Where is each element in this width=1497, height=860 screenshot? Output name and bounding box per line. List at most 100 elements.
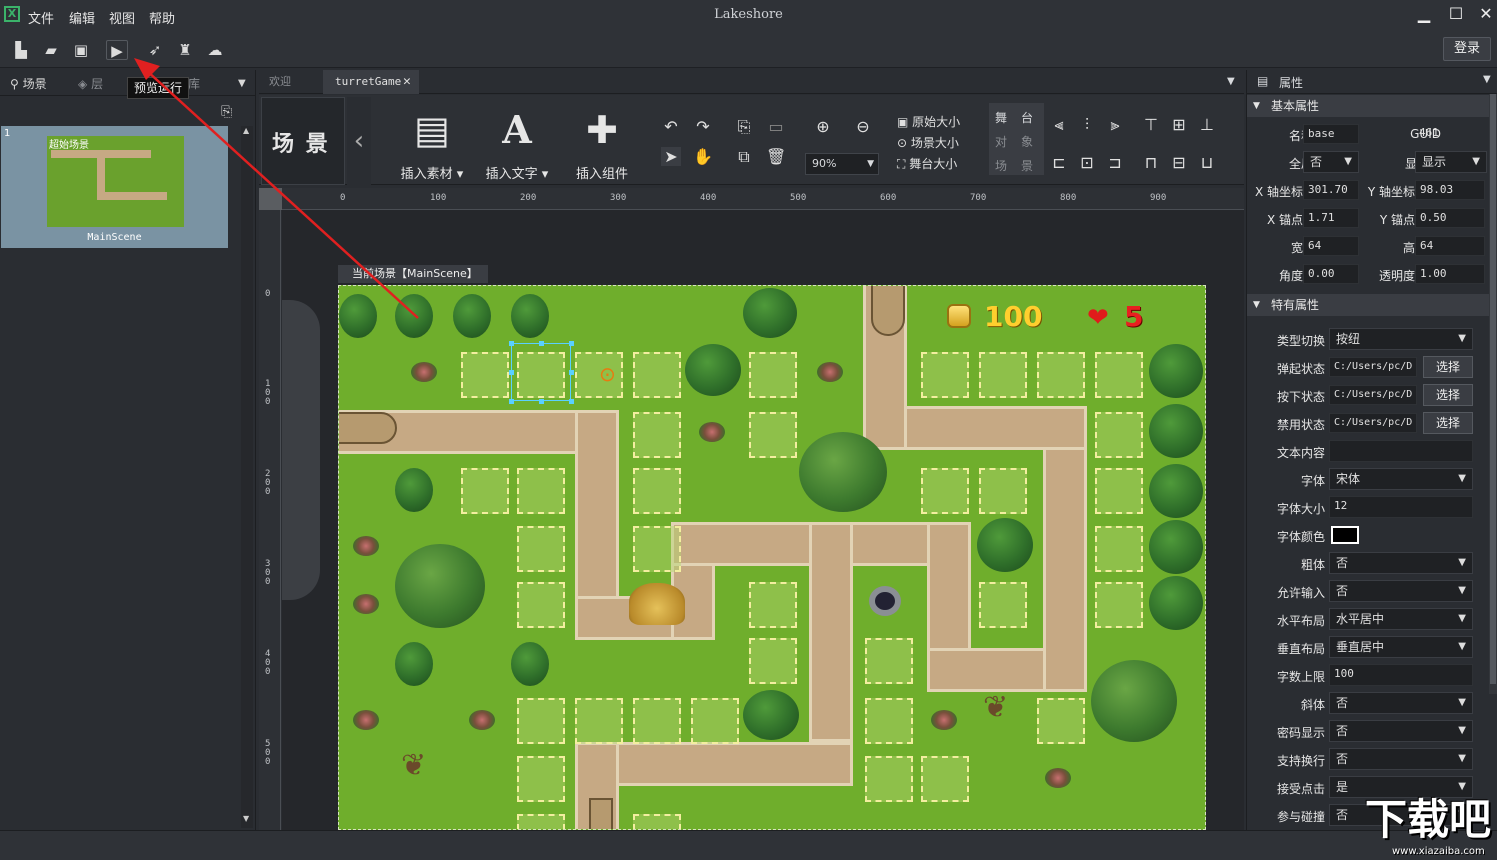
select-pointer-icon[interactable]: ➤ [661,147,681,166]
scene-size-button[interactable]: ⊙ 场景大小 [897,134,959,151]
resize-handle[interactable] [569,399,574,404]
turret-slot[interactable] [979,468,1027,514]
menu-help[interactable]: 帮助 [149,8,175,27]
turret-slot[interactable] [1095,468,1143,514]
selection-box[interactable] [509,341,574,404]
special-prop-select[interactable]: 否 ▼ [1329,692,1473,714]
special-prop-select[interactable]: 否 ▼ [1329,552,1473,574]
special-prop-select[interactable]: 水平居中 ▼ [1329,608,1473,630]
turret-slot[interactable] [575,698,623,744]
special-prop-input[interactable]: 100 [1329,664,1473,686]
align-vcenter-icon[interactable]: ⊞ [1169,115,1189,134]
turret-slot[interactable] [921,352,969,398]
opacity-field[interactable]: 1.00 [1415,264,1485,284]
scroll-down-icon[interactable]: ▼ [243,814,249,823]
properties-dropdown-icon[interactable]: ▼ [1483,74,1491,85]
object-grid-cell[interactable]: 象 [1021,133,1033,150]
distribute-bottom-icon[interactable]: ⊔ [1197,153,1217,172]
turret-slot[interactable] [517,698,565,744]
stage-size-button[interactable]: ⛶ 舞台大小 [897,155,957,172]
scene-thumbnail-card[interactable]: 1 超始场景 MainScene [1,126,228,248]
hand-pan-icon[interactable]: ✋ [693,147,713,166]
resize-handle[interactable] [539,399,544,404]
turret-slot[interactable] [517,756,565,802]
special-properties-header[interactable]: ▼ 特有属性 [1247,294,1497,316]
tabs-dropdown-icon[interactable]: ▼ [1227,70,1235,94]
turret-slot[interactable] [921,468,969,514]
scene-grid-cell[interactable]: 场 [995,157,1007,174]
insert-text-button[interactable]: A 插入文字 ▾ [477,105,557,182]
turret-slot[interactable] [1095,412,1143,458]
turret-slot[interactable] [1037,698,1085,744]
name-field[interactable]: base [1303,124,1359,144]
menu-edit[interactable]: 编辑 [69,8,95,27]
turret-slot[interactable] [633,352,681,398]
tab-turretgame[interactable]: turretGame ✕ [323,70,419,94]
y-anchor-field[interactable]: 0.50 [1415,208,1485,228]
object-grid-cell[interactable]: 对 [995,133,1007,150]
login-button[interactable]: 登录 [1443,37,1491,61]
delete-icon[interactable]: 🗑 [766,147,786,166]
turret-slot[interactable] [1095,582,1143,628]
original-size-button[interactable]: ▣ 原始大小 [897,113,960,130]
choose-file-button[interactable]: 选择 [1423,356,1473,378]
turret-slot[interactable] [1095,352,1143,398]
turret-slot[interactable] [749,412,797,458]
turret-slot[interactable] [633,412,681,458]
new-scene-icon[interactable]: ▙ [10,40,32,60]
y-coord-field[interactable]: 98.03 [1415,180,1485,200]
turret-slot[interactable] [749,582,797,628]
special-prop-input[interactable]: 12 [1329,496,1473,518]
turret-slot[interactable] [921,756,969,802]
resize-handle[interactable] [509,341,514,346]
special-prop-path[interactable]: C:/Users/pc/D [1329,385,1417,405]
special-prop-select[interactable]: 垂直居中 ▼ [1329,636,1473,658]
height-field[interactable]: 64 [1415,236,1485,256]
cloud-upload-icon[interactable]: ☁ [204,40,226,60]
align-top-icon[interactable]: ⊤ [1141,115,1161,134]
special-prop-select[interactable]: 否 ▼ [1329,748,1473,770]
special-prop-select[interactable]: 按纽 ▼ [1329,328,1473,350]
game-scene[interactable]: ❦ ❦ 100 ❤ 5 ⊙ [338,285,1206,830]
tab-library[interactable]: 库 [188,73,212,95]
special-prop-select[interactable]: 否 ▼ [1329,580,1473,602]
properties-tab[interactable]: ▤ 属性 ▼ [1247,70,1497,94]
maximize-icon[interactable]: ☐ [1441,2,1471,28]
turret-slot[interactable] [517,468,565,514]
zoom-select[interactable]: 90% ▼ [805,153,879,175]
distribute-top-icon[interactable]: ⊓ [1141,153,1161,172]
minimize-icon[interactable]: ▁ [1409,2,1439,28]
close-tab-icon[interactable]: ✕ [403,70,411,94]
turret-slot[interactable] [1037,352,1085,398]
zoom-in-icon[interactable]: ⊕ [813,117,833,136]
undo-icon[interactable]: ↶ [661,117,681,136]
turret-slot[interactable] [865,756,913,802]
menu-file[interactable]: 文件 [28,8,54,27]
properties-scrollbar[interactable] [1489,94,1497,694]
panel-dropdown-icon[interactable]: ▼ [238,73,252,95]
tab-layers[interactable]: ◈ 层 [78,73,128,95]
collapse-left-icon[interactable]: ‹ [347,97,371,185]
turret-slot[interactable] [517,526,565,572]
turret-slot[interactable] [691,698,739,744]
scene-grid-cell[interactable]: 景 [1021,157,1033,174]
turret-slot[interactable] [979,352,1027,398]
choose-file-button[interactable]: 选择 [1423,412,1473,434]
width-field[interactable]: 64 [1303,236,1359,256]
x-anchor-field[interactable]: 1.71 [1303,208,1359,228]
font-color-swatch[interactable] [1331,526,1359,544]
special-prop-input[interactable] [1329,440,1473,462]
visibility-select[interactable]: 显示 ▼ [1415,151,1487,173]
insert-component-button[interactable]: ✚ 插入组件 [562,105,642,182]
duplicate-icon[interactable]: ⧉ [734,147,754,167]
x-coord-field[interactable]: 301.70 [1303,180,1359,200]
zoom-out-icon[interactable]: ⊖ [853,117,873,136]
stage-grid-cell[interactable]: 舞 [995,109,1007,126]
turret-slot[interactable] [517,814,565,829]
app-logo-icon[interactable]: X [4,6,20,22]
global-select[interactable]: 否 ▼ [1303,151,1359,173]
align-bottom-icon[interactable]: ⊥ [1197,115,1217,134]
turret-slot[interactable] [865,698,913,744]
distribute-left-icon[interactable]: ⊏ [1049,153,1069,172]
scene-canvas[interactable]: 当前场景【MainScene】 ❦ ❦ 100 ❤ 5 ⊙ [282,210,1244,830]
